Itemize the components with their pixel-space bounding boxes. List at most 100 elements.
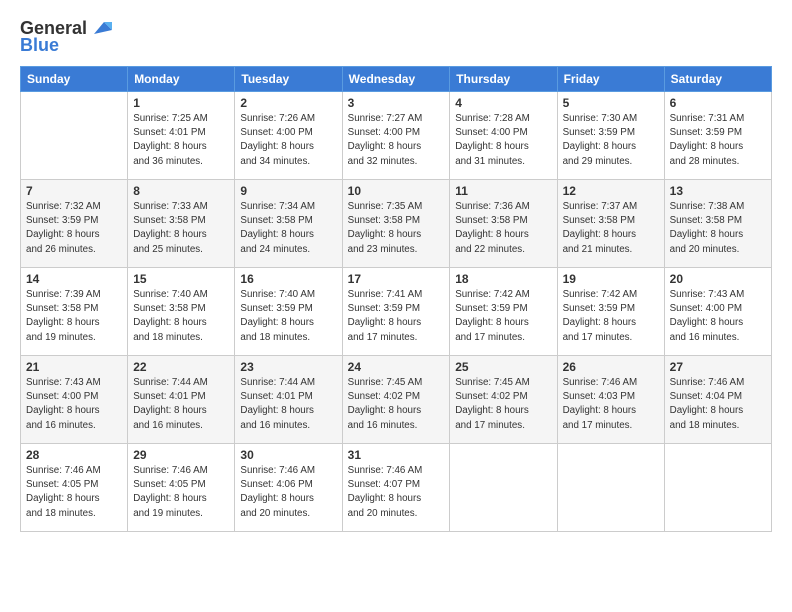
day-info: Sunrise: 7:42 AM Sunset: 3:59 PM Dayligh… (563, 288, 659, 345)
day-header-wednesday: Wednesday (342, 67, 450, 92)
day-number: 29 (133, 448, 229, 462)
calendar-cell: 11 Sunrise: 7:36 AM Sunset: 3:58 PM Dayli… (450, 180, 557, 268)
calendar-week-1: 1Sunrise: 7:25 AM Sunset: 4:01 PM Daylig… (21, 92, 772, 180)
day-info: Sunrise: 7:37 AM Sunset: 3:58 PM Dayligh… (563, 200, 659, 257)
day-info: Sunrise: 7:46 AM Sunset: 4:03 PM Dayligh… (563, 376, 659, 433)
calendar-cell: 9Sunrise: 7:34 AM Sunset: 3:58 PM Daylig… (235, 180, 342, 268)
day-info: Sunrise: 7:43 AM Sunset: 4:00 PM Dayligh… (670, 288, 766, 345)
day-number: 4 (455, 96, 551, 110)
day-info: Sunrise: 7:45 AM Sunset: 4:02 PM Dayligh… (348, 376, 445, 433)
calendar-cell: 17 Sunrise: 7:41 AM Sunset: 3:59 PM Dayli… (342, 268, 450, 356)
day-header-saturday: Saturday (664, 67, 771, 92)
calendar-cell (21, 92, 128, 180)
calendar-cell: 13Sunrise: 7:38 AM Sunset: 3:58 PM Dayli… (664, 180, 771, 268)
calendar-cell: 14 Sunrise: 7:39 AM Sunset: 3:58 PM Dayli… (21, 268, 128, 356)
day-number: 11 (455, 184, 551, 198)
day-number: 10 (348, 184, 445, 198)
day-info: Sunrise: 7:27 AM Sunset: 4:00 PM Dayligh… (348, 112, 445, 169)
page: General Blue SundayMondayTuesdayWednesda… (0, 0, 792, 612)
day-number: 16 (240, 272, 336, 286)
day-info: Sunrise: 7:31 AM Sunset: 3:59 PM Dayligh… (670, 112, 766, 169)
day-number: 2 (240, 96, 336, 110)
day-info: Sunrise: 7:33 AM Sunset: 3:58 PM Dayligh… (133, 200, 229, 257)
calendar-week-4: 21 Sunrise: 7:43 AM Sunset: 4:00 PM Dayli… (21, 356, 772, 444)
calendar-cell: 4 Sunrise: 7:28 AM Sunset: 4:00 PM Daylig… (450, 92, 557, 180)
day-number: 12 (563, 184, 659, 198)
day-number: 21 (26, 360, 122, 374)
day-info: Sunrise: 7:42 AM Sunset: 3:59 PM Dayligh… (455, 288, 551, 345)
calendar-cell: 7 Sunrise: 7:32 AM Sunset: 3:59 PM Daylig… (21, 180, 128, 268)
day-number: 30 (240, 448, 336, 462)
day-number: 17 (348, 272, 445, 286)
calendar-cell: 2 Sunrise: 7:26 AM Sunset: 4:00 PM Daylig… (235, 92, 342, 180)
day-info: Sunrise: 7:46 AM Sunset: 4:04 PM Dayligh… (670, 376, 766, 433)
calendar-cell: 1Sunrise: 7:25 AM Sunset: 4:01 PM Daylig… (128, 92, 235, 180)
header: General Blue (20, 18, 772, 56)
logo: General Blue (20, 18, 113, 56)
calendar-cell: 18 Sunrise: 7:42 AM Sunset: 3:59 PM Dayli… (450, 268, 557, 356)
day-info: Sunrise: 7:32 AM Sunset: 3:59 PM Dayligh… (26, 200, 122, 257)
day-header-thursday: Thursday (450, 67, 557, 92)
day-number: 15 (133, 272, 229, 286)
calendar-cell: 6 Sunrise: 7:31 AM Sunset: 3:59 PM Daylig… (664, 92, 771, 180)
day-number: 26 (563, 360, 659, 374)
day-number: 31 (348, 448, 445, 462)
day-number: 14 (26, 272, 122, 286)
day-info: Sunrise: 7:26 AM Sunset: 4:00 PM Dayligh… (240, 112, 336, 169)
day-number: 9 (240, 184, 336, 198)
day-info: Sunrise: 7:38 AM Sunset: 3:58 PM Dayligh… (670, 200, 766, 257)
calendar-cell: 27 Sunrise: 7:46 AM Sunset: 4:04 PM Dayli… (664, 356, 771, 444)
day-number: 5 (563, 96, 659, 110)
day-info: Sunrise: 7:45 AM Sunset: 4:02 PM Dayligh… (455, 376, 551, 433)
day-info: Sunrise: 7:25 AM Sunset: 4:01 PM Dayligh… (133, 112, 229, 169)
day-info: Sunrise: 7:36 AM Sunset: 3:58 PM Dayligh… (455, 200, 551, 257)
calendar-cell: 15 Sunrise: 7:40 AM Sunset: 3:58 PM Dayli… (128, 268, 235, 356)
calendar-week-3: 14 Sunrise: 7:39 AM Sunset: 3:58 PM Dayli… (21, 268, 772, 356)
calendar-cell: 23 Sunrise: 7:44 AM Sunset: 4:01 PM Dayli… (235, 356, 342, 444)
day-info: Sunrise: 7:40 AM Sunset: 3:58 PM Dayligh… (133, 288, 229, 345)
calendar-cell (557, 444, 664, 532)
calendar-cell: 22 Sunrise: 7:44 AM Sunset: 4:01 PM Dayli… (128, 356, 235, 444)
calendar-cell: 21 Sunrise: 7:43 AM Sunset: 4:00 PM Dayli… (21, 356, 128, 444)
calendar-week-5: 28 Sunrise: 7:46 AM Sunset: 4:05 PM Dayli… (21, 444, 772, 532)
calendar-cell: 29 Sunrise: 7:46 AM Sunset: 4:05 PM Dayli… (128, 444, 235, 532)
day-info: Sunrise: 7:44 AM Sunset: 4:01 PM Dayligh… (240, 376, 336, 433)
day-header-tuesday: Tuesday (235, 67, 342, 92)
calendar-cell: 24 Sunrise: 7:45 AM Sunset: 4:02 PM Dayli… (342, 356, 450, 444)
day-number: 20 (670, 272, 766, 286)
day-info: Sunrise: 7:46 AM Sunset: 4:07 PM Dayligh… (348, 464, 445, 521)
day-info: Sunrise: 7:43 AM Sunset: 4:00 PM Dayligh… (26, 376, 122, 433)
day-info: Sunrise: 7:28 AM Sunset: 4:00 PM Dayligh… (455, 112, 551, 169)
calendar-cell: 12 Sunrise: 7:37 AM Sunset: 3:58 PM Dayli… (557, 180, 664, 268)
day-number: 24 (348, 360, 445, 374)
day-info: Sunrise: 7:40 AM Sunset: 3:59 PM Dayligh… (240, 288, 336, 345)
day-info: Sunrise: 7:35 AM Sunset: 3:58 PM Dayligh… (348, 200, 445, 257)
calendar-cell: 31 Sunrise: 7:46 AM Sunset: 4:07 PM Dayli… (342, 444, 450, 532)
day-info: Sunrise: 7:46 AM Sunset: 4:05 PM Dayligh… (133, 464, 229, 521)
day-info: Sunrise: 7:46 AM Sunset: 4:05 PM Dayligh… (26, 464, 122, 521)
day-info: Sunrise: 7:44 AM Sunset: 4:01 PM Dayligh… (133, 376, 229, 433)
day-info: Sunrise: 7:39 AM Sunset: 3:58 PM Dayligh… (26, 288, 122, 345)
day-number: 22 (133, 360, 229, 374)
calendar-cell: 8 Sunrise: 7:33 AM Sunset: 3:58 PM Daylig… (128, 180, 235, 268)
day-number: 18 (455, 272, 551, 286)
day-number: 28 (26, 448, 122, 462)
day-number: 23 (240, 360, 336, 374)
calendar-cell: 3 Sunrise: 7:27 AM Sunset: 4:00 PM Daylig… (342, 92, 450, 180)
day-number: 7 (26, 184, 122, 198)
day-number: 27 (670, 360, 766, 374)
calendar-cell: 25 Sunrise: 7:45 AM Sunset: 4:02 PM Dayli… (450, 356, 557, 444)
day-info: Sunrise: 7:41 AM Sunset: 3:59 PM Dayligh… (348, 288, 445, 345)
calendar-cell: 28 Sunrise: 7:46 AM Sunset: 4:05 PM Dayli… (21, 444, 128, 532)
day-number: 6 (670, 96, 766, 110)
calendar-week-2: 7 Sunrise: 7:32 AM Sunset: 3:59 PM Daylig… (21, 180, 772, 268)
day-info: Sunrise: 7:46 AM Sunset: 4:06 PM Dayligh… (240, 464, 336, 521)
day-number: 3 (348, 96, 445, 110)
day-header-sunday: Sunday (21, 67, 128, 92)
day-header-friday: Friday (557, 67, 664, 92)
calendar-cell (450, 444, 557, 532)
day-number: 8 (133, 184, 229, 198)
calendar-cell: 26 Sunrise: 7:46 AM Sunset: 4:03 PM Dayli… (557, 356, 664, 444)
day-number: 25 (455, 360, 551, 374)
calendar-cell: 30 Sunrise: 7:46 AM Sunset: 4:06 PM Dayli… (235, 444, 342, 532)
